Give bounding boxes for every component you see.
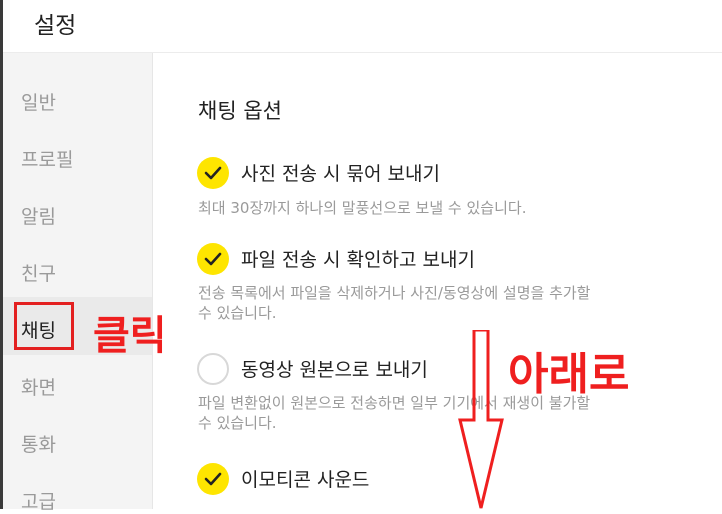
click-highlight-box xyxy=(14,302,74,350)
sidebar-item-display[interactable]: 화면 xyxy=(21,373,56,400)
title-bar: 설정 xyxy=(0,0,722,53)
sidebar-item-friends[interactable]: 친구 xyxy=(21,259,56,286)
option-desc: 최대 30장까지 하나의 말풍선으로 보낼 수 있습니다. xyxy=(198,198,718,218)
option-label: 파일 전송 시 확인하고 보내기 xyxy=(241,249,475,271)
option-desc-line: 수 있습니다. xyxy=(198,304,277,322)
sidebar-item-advanced[interactable]: 고급 xyxy=(21,487,56,514)
main-panel: 채팅 옵션 사진 전송 시 묶어 보내기 최대 30장까지 하나의 말풍선으로 … xyxy=(153,53,722,509)
checkbox-video-original[interactable] xyxy=(197,353,229,385)
sidebar-item-call[interactable]: 통화 xyxy=(21,430,56,457)
sidebar-item-notifications[interactable]: 알림 xyxy=(21,202,56,229)
option-label: 이모티콘 사운드 xyxy=(241,469,370,491)
check-icon xyxy=(204,252,222,266)
section-title: 채팅 옵션 xyxy=(198,99,282,123)
option-desc: 전송 목록에서 파일을 삭제하거나 사진/동영상에 설명을 추가할 수 있습니다… xyxy=(198,283,718,323)
checkbox-file-confirm[interactable] xyxy=(197,243,229,275)
scroll-down-annotation: 아래로 xyxy=(508,349,630,400)
sidebar-item-profile[interactable]: 프로필 xyxy=(21,145,73,172)
option-desc-line: 최대 30장까지 하나의 말풍선으로 보낼 수 있습니다. xyxy=(198,199,527,217)
sidebar-item-general[interactable]: 일반 xyxy=(21,88,56,115)
checkbox-emoticon-sound[interactable] xyxy=(197,463,229,495)
option-desc-line: 수 있습니다. xyxy=(198,414,277,432)
option-label: 사진 전송 시 묶어 보내기 xyxy=(241,163,440,185)
checkbox-photo-bundle[interactable] xyxy=(197,157,229,189)
check-icon xyxy=(204,166,222,180)
window-title: 설정 xyxy=(34,13,77,39)
down-arrow-annotation xyxy=(458,330,504,509)
check-icon xyxy=(204,472,222,486)
option-desc-line: 전송 목록에서 파일을 삭제하거나 사진/동영상에 설명을 추가할 xyxy=(198,284,591,302)
option-label: 동영상 원본으로 보내기 xyxy=(241,359,428,381)
